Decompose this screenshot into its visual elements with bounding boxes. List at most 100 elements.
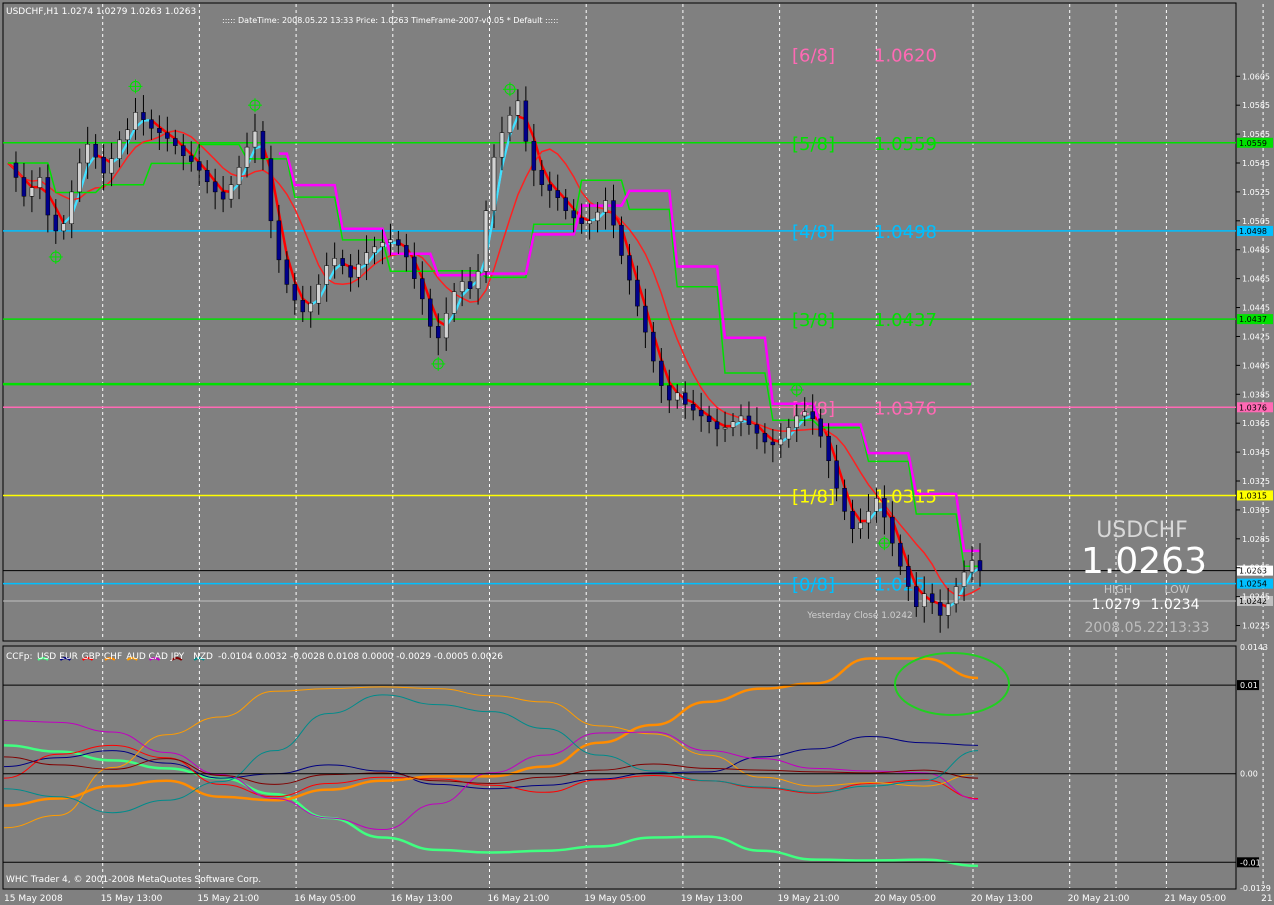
price-tag-text: 1.0315 (1239, 491, 1267, 500)
candle-body (619, 224, 624, 256)
candle-body (435, 326, 441, 339)
candle-body (204, 169, 210, 183)
copyright: WHC Trader 4, © 2001-2008 MetaQuotes Sof… (6, 875, 261, 885)
candle-body (459, 281, 465, 292)
candle-body (977, 560, 983, 571)
candle-body (850, 511, 855, 529)
candle-body (356, 263, 361, 278)
candle-body (611, 200, 616, 226)
mt4-chart[interactable]: [6/8] 1.0620[5/8] 1.0559 1.0559[4/8] 1.0498 1… (0, 0, 1274, 905)
legend-label: EUR (59, 652, 78, 662)
low-label: LOW (1164, 583, 1189, 596)
price-tick-label: 1.0585 (1242, 101, 1270, 110)
candle-body (53, 214, 59, 232)
murrey-level-value: 1.0376 (874, 398, 937, 419)
time-tick-label: 20 May 05:00 (874, 894, 936, 904)
price-tick-label: 1.0285 (1242, 535, 1270, 544)
ccfp-tick-label: 0.01 (1240, 681, 1258, 690)
candle-body (762, 433, 768, 443)
candle-body (627, 255, 632, 281)
candle-body (380, 242, 385, 248)
candle-body (61, 223, 67, 232)
candle-body (252, 130, 258, 148)
ccfp-tick-label: -0.01 (1240, 858, 1261, 867)
price-tick-label: 1.0385 (1242, 390, 1270, 399)
murrey-level-label: [0/8] (792, 575, 835, 596)
candle-body (77, 162, 82, 193)
candle-body (929, 593, 935, 603)
price-tick-label: 1.0345 (1242, 448, 1270, 457)
candle-body (13, 162, 19, 178)
legend-label: NZD (193, 652, 213, 662)
candle-body (324, 265, 329, 285)
murrey-level-label: [5/8] (792, 134, 835, 155)
time-tick-label: 15 May 13:00 (101, 894, 163, 904)
murrey-level-label: [6/8] (792, 46, 835, 67)
price-tick-label: 1.0405 (1242, 361, 1270, 370)
candle-body (738, 415, 744, 422)
time-tick-label: 15 May 21:00 (197, 894, 259, 904)
high-label: HIGH (1104, 583, 1132, 596)
ccfp-tick-label: 0.00 (1240, 770, 1258, 779)
candle-body (555, 190, 560, 198)
price-tag-text: 1.0498 (1239, 227, 1267, 236)
candle-body (818, 418, 823, 437)
candle-body (730, 421, 736, 428)
time-tick-label: 19 May 13:00 (681, 894, 743, 904)
time-tick-label: 21 May 05:00 (1164, 894, 1226, 904)
candle-body (603, 200, 608, 213)
candle-body (268, 158, 274, 222)
candle-body (770, 441, 776, 446)
candle-body (491, 156, 497, 211)
time-tick-label: 16 May 13:00 (391, 894, 453, 904)
price-tag-text: 1.0437 (1239, 315, 1267, 324)
candle-body (507, 115, 513, 133)
candle-body (539, 169, 545, 185)
time-tick-label: 16 May 05:00 (294, 894, 356, 904)
candle-body (117, 139, 122, 159)
candle-body (563, 197, 568, 211)
candle-body (682, 392, 688, 405)
candle-body (698, 409, 704, 417)
legend-label: AUD (126, 652, 146, 662)
candle-body (236, 167, 242, 185)
candle-body (340, 258, 345, 266)
price-tick-label: 1.0245 (1242, 593, 1270, 602)
candle-body (412, 256, 417, 279)
candle-body (149, 119, 154, 129)
candle-body (802, 411, 807, 417)
candle-body (21, 177, 27, 197)
murrey-level-label: [1/8] (792, 486, 835, 507)
candle-body (29, 187, 35, 197)
candle-body (300, 300, 306, 313)
price-tick-label: 1.0305 (1242, 506, 1270, 515)
price-tick-label: 1.0445 (1242, 304, 1270, 313)
price-tick-label: 1.0505 (1242, 217, 1270, 226)
candle-body (483, 210, 489, 272)
candle-body (786, 427, 792, 440)
candle-body (898, 542, 903, 567)
ccfp-legend-values: -0.0104 0.0032 -0.0028 0.0108 0.0000 -0.… (218, 652, 503, 662)
price-tick-label: 1.0365 (1242, 419, 1270, 428)
candle-body (499, 132, 505, 158)
candle-body (141, 112, 146, 120)
candle-body (45, 177, 51, 216)
ccfp-tick-label: -0.0129 (1240, 884, 1271, 893)
candle-body (523, 100, 529, 142)
candle-body (882, 498, 887, 518)
candle-body (579, 217, 584, 224)
yesterday-close: Yesterday Close 1.0242 (806, 611, 912, 621)
candle-body (316, 284, 321, 304)
price-tick-label: 1.0545 (1242, 159, 1270, 168)
candle-body (571, 210, 576, 219)
candle-body (667, 385, 672, 401)
murrey-level-label: [4/8] (792, 222, 835, 243)
candle-body (181, 145, 186, 157)
time-tick-label: 20 May 13:00 (971, 894, 1033, 904)
candle-body (284, 259, 290, 285)
candle-body (404, 245, 409, 258)
candle-body (420, 278, 425, 300)
candle-body (921, 593, 927, 608)
candle-body (659, 360, 664, 386)
candle-body (953, 586, 959, 605)
